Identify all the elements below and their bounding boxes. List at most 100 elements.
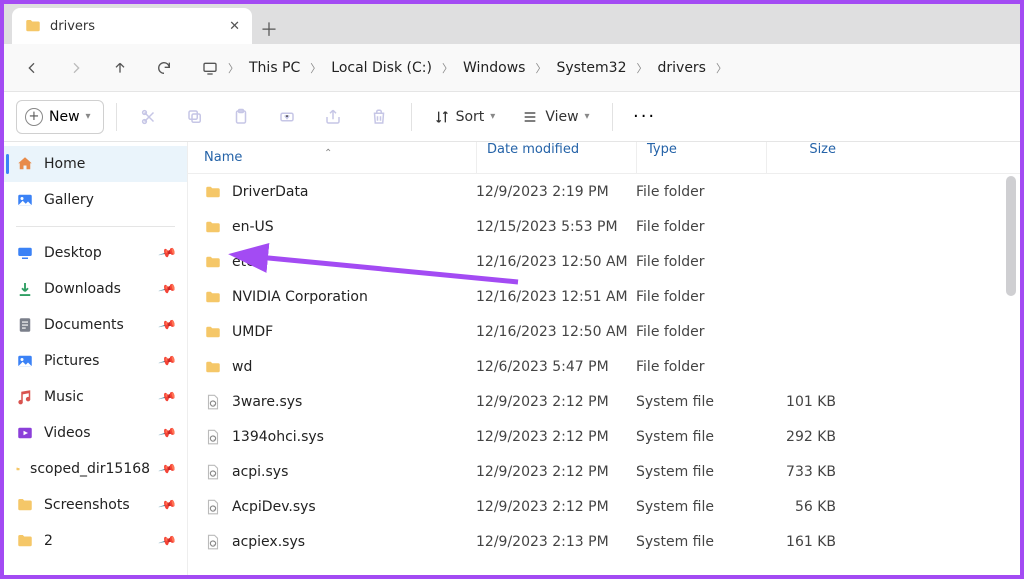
folder-icon <box>16 532 34 550</box>
sysfile-icon <box>204 393 222 411</box>
sidebar-item-home[interactable]: Home <box>4 146 187 182</box>
plus-icon: + <box>25 108 43 126</box>
sidebar-item[interactable]: Pictures📌 <box>4 343 187 379</box>
sidebar: Home Gallery Desktop 📌 Downloads📌Documents… <box>4 142 188 575</box>
cut-button[interactable] <box>129 100 169 134</box>
separator <box>612 103 613 131</box>
window-tab[interactable]: drivers ✕ <box>12 8 252 44</box>
refresh-button[interactable] <box>144 48 184 88</box>
pin-icon: 📌 <box>158 315 178 335</box>
sidebar-label: Home <box>44 156 85 172</box>
col-date[interactable]: Date modified <box>476 142 636 174</box>
sidebar-item[interactable]: scoped_dir15168📌 <box>4 451 187 487</box>
table-row[interactable]: 3ware.sys 12/9/2023 2:12 PMSystem file101… <box>188 384 1020 419</box>
sidebar-label: 2 <box>44 533 53 549</box>
pictures-icon <box>16 352 34 370</box>
sysfile-icon <box>204 498 222 516</box>
chevron-right-icon[interactable]: 〉 <box>226 60 241 76</box>
nav-bar: 〉 This PC 〉 Local Disk (C:) 〉 Windows 〉 … <box>4 44 1020 92</box>
sidebar-item[interactable]: Screenshots📌 <box>4 487 187 523</box>
view-button[interactable]: View ▾ <box>511 100 599 134</box>
sidebar-label: Music <box>44 389 84 405</box>
folder-icon <box>16 496 34 514</box>
desktop-icon <box>16 244 34 262</box>
sidebar-item[interactable]: Downloads📌 <box>4 271 187 307</box>
more-button[interactable]: ··· <box>625 100 665 134</box>
sysfile-icon <box>204 533 222 551</box>
rename-button[interactable] <box>267 100 307 134</box>
sidebar-label: Pictures <box>44 353 99 369</box>
file-type: File folder <box>636 359 766 375</box>
crumb-local-disk[interactable]: Local Disk (C:) <box>325 56 438 80</box>
docs-icon <box>16 316 34 334</box>
back-button[interactable] <box>12 48 52 88</box>
table-row[interactable]: AcpiDev.sys12/9/2023 2:12 PMSystem file5… <box>188 489 1020 524</box>
crumb-system32[interactable]: System32 <box>550 56 632 80</box>
sidebar-item[interactable]: Desktop 📌 <box>4 235 187 271</box>
table-row[interactable]: DriverData12/9/2023 2:19 PMFile folder <box>188 174 1020 209</box>
sysfile-icon <box>204 428 222 446</box>
up-button[interactable] <box>100 48 140 88</box>
share-button[interactable] <box>313 100 353 134</box>
forward-button[interactable] <box>56 48 96 88</box>
file-type: System file <box>636 499 766 515</box>
table-row[interactable]: etc12/16/2023 12:50 AMFile folder <box>188 244 1020 279</box>
new-tab-button[interactable]: ＋ <box>252 14 286 44</box>
col-type[interactable]: Type <box>636 142 766 174</box>
sidebar-item[interactable]: 2📌 <box>4 523 187 559</box>
chevron-down-icon: ▾ <box>86 111 91 122</box>
table-row[interactable]: en-US12/15/2023 5:53 PMFile folder <box>188 209 1020 244</box>
file-size: 101 KB <box>766 394 866 410</box>
scroll-thumb[interactable] <box>1006 176 1016 296</box>
crumb-windows[interactable]: Windows <box>457 56 532 80</box>
pin-icon: 📌 <box>158 531 178 551</box>
file-name: 1394ohci.sys <box>232 429 324 445</box>
gallery-icon <box>16 191 34 209</box>
pin-icon: 📌 <box>158 423 178 443</box>
chevron-right-icon[interactable]: 〉 <box>714 60 729 76</box>
sort-button[interactable]: Sort ▾ <box>424 100 506 134</box>
file-name: 3ware.sys <box>232 394 302 410</box>
chevron-right-icon[interactable]: 〉 <box>533 60 548 76</box>
separator <box>116 103 117 131</box>
table-row[interactable]: wd12/6/2023 5:47 PMFile folder <box>188 349 1020 384</box>
table-row[interactable]: acpi.sys12/9/2023 2:12 PMSystem file733 … <box>188 454 1020 489</box>
scrollbar[interactable] <box>1004 176 1018 573</box>
table-row[interactable]: 1394ohci.sys12/9/2023 2:12 PMSystem file… <box>188 419 1020 454</box>
folder-icon <box>16 460 20 478</box>
chevron-right-icon[interactable]: 〉 <box>635 60 650 76</box>
folder-icon <box>204 358 222 376</box>
chevron-right-icon[interactable]: 〉 <box>440 60 455 76</box>
file-list: Name⌃ Date modified Type Size DriverData… <box>188 142 1020 575</box>
sidebar-label: Desktop <box>44 245 102 261</box>
file-size: 292 KB <box>766 429 866 445</box>
content-area: Home Gallery Desktop 📌 Downloads📌Documents… <box>4 142 1020 575</box>
close-icon[interactable]: ✕ <box>229 19 240 34</box>
table-row[interactable]: UMDF12/16/2023 12:50 AMFile folder <box>188 314 1020 349</box>
file-type: File folder <box>636 324 766 340</box>
table-row[interactable]: acpiex.sys12/9/2023 2:13 PMSystem file16… <box>188 524 1020 559</box>
new-button[interactable]: + New ▾ <box>16 100 104 134</box>
file-date: 12/6/2023 5:47 PM <box>476 359 636 375</box>
crumb-this-pc[interactable]: This PC <box>243 56 306 80</box>
file-date: 12/16/2023 12:50 AM <box>476 324 636 340</box>
file-date: 12/9/2023 2:12 PM <box>476 394 636 410</box>
col-size[interactable]: Size <box>766 142 866 174</box>
copy-button[interactable] <box>175 100 215 134</box>
delete-button[interactable] <box>359 100 399 134</box>
pin-icon: 📌 <box>158 243 178 263</box>
sidebar-item[interactable]: Videos📌 <box>4 415 187 451</box>
table-row[interactable]: NVIDIA Corporation12/16/2023 12:51 AMFil… <box>188 279 1020 314</box>
col-name[interactable]: Name⌃ <box>204 150 476 165</box>
crumb-drivers[interactable]: drivers <box>652 56 712 80</box>
file-type: System file <box>636 394 766 410</box>
sidebar-item[interactable]: Music📌 <box>4 379 187 415</box>
folder-icon <box>204 288 222 306</box>
file-date: 12/9/2023 2:12 PM <box>476 499 636 515</box>
paste-button[interactable] <box>221 100 261 134</box>
pc-icon[interactable] <box>196 48 224 88</box>
sidebar-item[interactable]: Documents📌 <box>4 307 187 343</box>
folder-icon <box>24 17 42 35</box>
chevron-right-icon[interactable]: 〉 <box>308 60 323 76</box>
sidebar-item-gallery[interactable]: Gallery <box>4 182 187 218</box>
